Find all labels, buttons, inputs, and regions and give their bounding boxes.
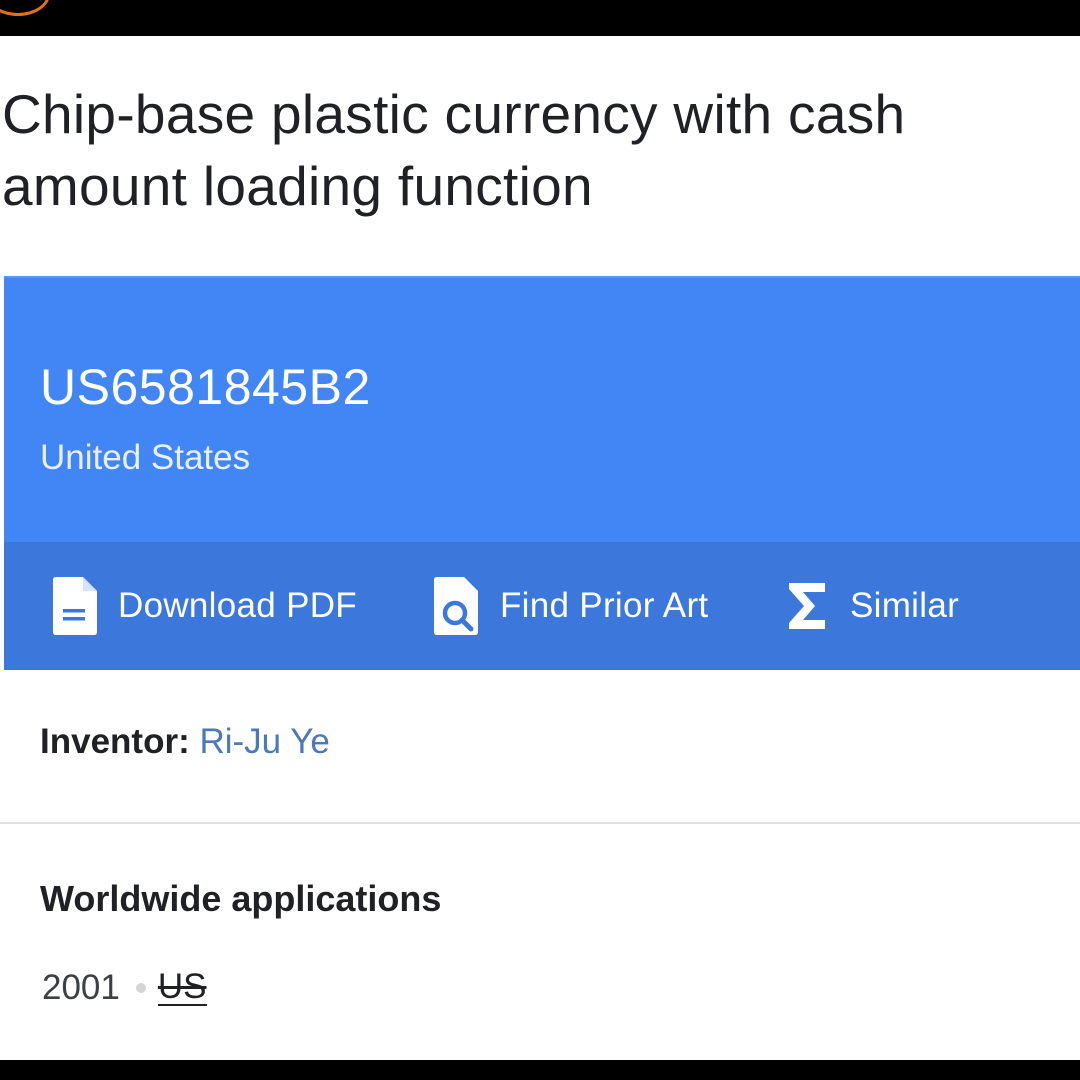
sigma-icon xyxy=(780,576,834,636)
inventor-name-link[interactable]: Ri-Ju Ye xyxy=(199,722,329,761)
avatar-fragment xyxy=(0,0,50,16)
document-icon xyxy=(48,576,102,636)
search-document-icon xyxy=(430,576,484,636)
find-prior-art-label: Find Prior Art xyxy=(500,586,709,625)
worldwide-applications-heading: Worldwide applications xyxy=(40,878,442,919)
publication-country: United States xyxy=(40,438,251,477)
similar-label: Similar xyxy=(850,586,960,625)
separator-dot xyxy=(135,983,146,993)
publication-number: US6581845B2 xyxy=(40,359,371,415)
bottom-black-bar xyxy=(0,1060,1080,1080)
inventor-info: Inventor: Ri-Ju Ye xyxy=(40,722,330,762)
inventor-label: Inventor: xyxy=(40,722,190,761)
download-pdf-label: Download PDF xyxy=(118,586,357,625)
patent-card: US6581845B2 United States Download PDF F… xyxy=(4,276,1080,670)
download-pdf-button[interactable]: Download PDF xyxy=(48,542,357,670)
patent-header: US6581845B2 United States xyxy=(4,276,1080,542)
find-prior-art-button[interactable]: Find Prior Art xyxy=(430,542,708,670)
patent-title: Chip-base plastic currency with cash amo… xyxy=(2,83,906,217)
application-year: 2001 xyxy=(42,968,120,1007)
header-top-edge xyxy=(4,276,1080,278)
inventor-row: Inventor: Ri-Ju Ye xyxy=(0,670,1080,824)
application-entry: 2001 US xyxy=(42,968,207,1008)
top-black-bar xyxy=(0,0,1080,36)
patent-page: Chip-base plastic currency with cash amo… xyxy=(0,36,1080,1060)
similar-button[interactable]: Similar xyxy=(780,542,959,670)
action-bar: Download PDF Find Prior Art Similar xyxy=(4,542,1080,670)
application-country-link[interactable]: US xyxy=(157,969,207,1006)
